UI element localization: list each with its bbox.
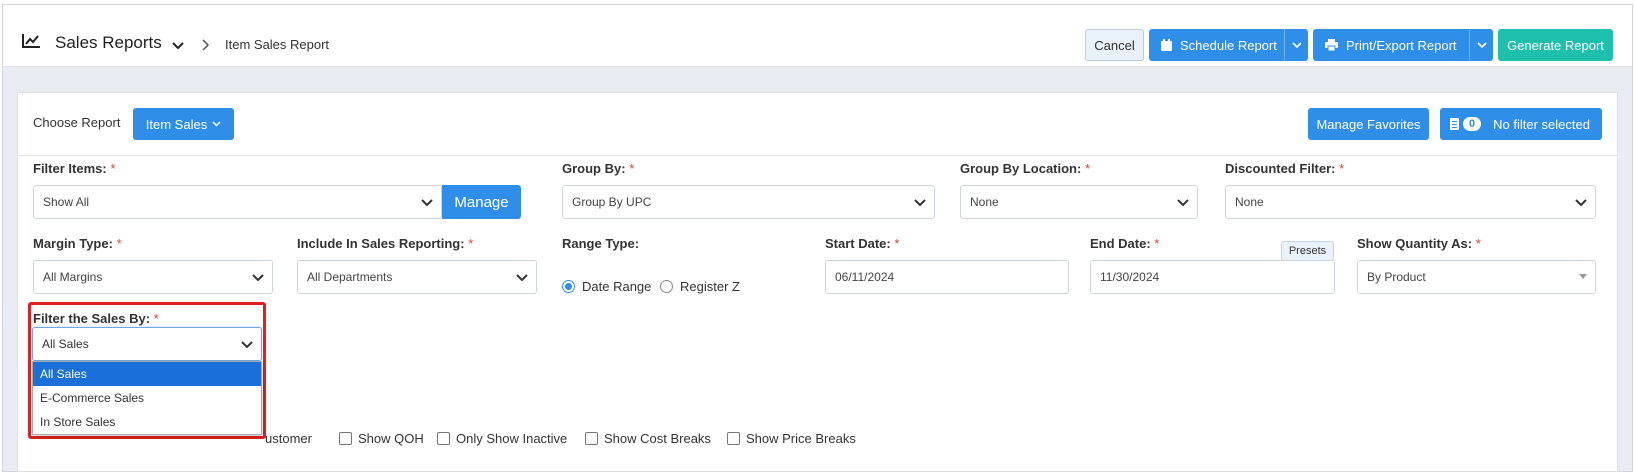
cancel-button[interactable]: Cancel: [1085, 29, 1144, 61]
show-customer-label: ustomer: [265, 431, 312, 446]
calendar-icon: [1161, 39, 1172, 51]
show-price-breaks-label: Show Price Breaks: [746, 431, 856, 446]
checkbox-icon: [585, 432, 598, 445]
chevron-down-icon: [914, 199, 926, 207]
filter-items-label: Filter Items: *: [33, 161, 116, 176]
caret-down-icon: [1579, 274, 1587, 279]
end-date-input[interactable]: 11/30/2024: [1090, 260, 1335, 294]
chevron-down-icon: [1476, 41, 1487, 48]
schedule-report-button[interactable]: Schedule Report: [1149, 29, 1308, 61]
chevron-down-icon: [516, 274, 528, 282]
end-date-label: End Date: *: [1090, 236, 1160, 251]
show-cost-breaks-label: Show Cost Breaks: [604, 431, 711, 446]
page-title: Sales Reports: [55, 33, 162, 52]
chevron-down-icon: [252, 274, 264, 282]
group-by-select[interactable]: Group By UPC: [562, 185, 935, 219]
filter-count-badge: 0: [1463, 117, 1482, 131]
manage-button[interactable]: Manage: [442, 185, 521, 219]
register-z-label: Register Z: [680, 279, 740, 294]
group-by-value: Group By UPC: [572, 195, 652, 209]
group-by-location-select[interactable]: None: [960, 185, 1198, 219]
schedule-report-label: Schedule Report: [1180, 37, 1277, 53]
filter-sales-by-value: All Sales: [42, 337, 89, 351]
breadcrumb: Item Sales Report: [225, 37, 330, 52]
discounted-filter-select[interactable]: None: [1225, 185, 1596, 219]
filter-status-label: No filter selected: [1493, 116, 1590, 132]
group-by-location-value: None: [970, 195, 999, 209]
range-type-label: Range Type:: [562, 236, 640, 251]
print-dropdown-toggle[interactable]: [1469, 29, 1493, 61]
include-in-sales-select[interactable]: All Departments: [297, 260, 537, 294]
checkbox-icon: [437, 432, 450, 445]
chevron-down-icon: [1177, 199, 1189, 207]
show-cost-breaks-checkbox[interactable]: Show Cost Breaks: [585, 431, 711, 446]
filter-sales-by-menu: All Sales E-Commerce Sales In Store Sale…: [32, 361, 262, 435]
show-quantity-value: By Product: [1367, 270, 1426, 284]
only-show-inactive-checkbox[interactable]: Only Show Inactive: [437, 431, 567, 446]
chevron-right-icon: [202, 39, 210, 51]
filter-sales-by-select[interactable]: All Sales: [32, 327, 262, 361]
schedule-dropdown-toggle[interactable]: [1284, 29, 1308, 61]
filter-items-select[interactable]: Show All: [33, 185, 442, 219]
end-date-value: 11/30/2024: [1100, 270, 1160, 284]
start-date-value: 06/11/2024: [835, 270, 895, 284]
report-select-label: Item Sales: [145, 116, 208, 132]
start-date-input[interactable]: 06/11/2024: [825, 260, 1069, 294]
filter-items-value: Show All: [43, 195, 90, 209]
chevron-down-icon: [241, 341, 253, 349]
show-qoh-checkbox[interactable]: Show QOH: [339, 431, 424, 446]
choose-report-label: Choose Report: [33, 115, 121, 130]
checkbox-icon: [727, 432, 740, 445]
show-qoh-label: Show QOH: [358, 431, 424, 446]
printer-icon: [1325, 39, 1338, 51]
chevron-down-icon: [421, 199, 433, 207]
group-by-location-label: Group By Location: *: [960, 161, 1091, 176]
presets-button[interactable]: Presets: [1281, 241, 1334, 261]
report-card-header: Choose Report Item Sales Manage Favorite…: [18, 93, 1617, 156]
show-customer-checkbox[interactable]: ustomer: [265, 431, 312, 446]
only-show-inactive-label: Only Show Inactive: [456, 431, 568, 446]
line-chart-icon: [22, 34, 40, 48]
top-bar: Sales Reports Item Sales Report Cancel S…: [3, 5, 1632, 67]
report-select-button[interactable]: Item Sales: [133, 108, 234, 140]
include-in-sales-label: Include In Sales Reporting: *: [297, 236, 474, 251]
manage-favorites-button[interactable]: Manage Favorites: [1308, 108, 1429, 140]
print-export-button[interactable]: Print/Export Report: [1313, 29, 1493, 61]
checkbox-icon: [339, 432, 352, 445]
show-price-breaks-checkbox[interactable]: Show Price Breaks: [727, 431, 856, 446]
show-quantity-select[interactable]: By Product: [1357, 260, 1596, 294]
chevron-down-icon[interactable]: [171, 41, 185, 51]
date-range-label: Date Range: [582, 279, 652, 294]
margin-type-select[interactable]: All Margins: [33, 260, 273, 294]
range-type-date-range-radio[interactable]: Date Range: [562, 279, 651, 294]
generate-report-button[interactable]: Generate Report: [1498, 29, 1613, 61]
radio-unselected-icon: [660, 280, 673, 293]
chevron-down-icon: [1575, 199, 1587, 207]
option-in-store-sales[interactable]: In Store Sales: [33, 410, 261, 434]
discounted-filter-value: None: [1235, 195, 1264, 209]
filter-status-button[interactable]: 0 No filter selected: [1440, 108, 1602, 140]
chevron-down-icon: [212, 121, 221, 127]
margin-type-label: Margin Type: *: [33, 236, 122, 251]
chevron-down-icon: [1291, 41, 1302, 48]
radio-selected-icon: [562, 280, 575, 293]
list-icon: [1450, 118, 1459, 130]
option-ecommerce-sales[interactable]: E-Commerce Sales: [33, 386, 261, 410]
range-type-register-z-radio[interactable]: Register Z: [660, 279, 740, 294]
discounted-filter-label: Discounted Filter: *: [1225, 161, 1345, 176]
show-quantity-label: Show Quantity As: *: [1357, 236, 1481, 251]
include-in-sales-value: All Departments: [307, 270, 393, 284]
print-export-label: Print/Export Report: [1346, 37, 1457, 53]
margin-type-value: All Margins: [43, 270, 103, 284]
option-all-sales[interactable]: All Sales: [33, 362, 261, 386]
start-date-label: Start Date: *: [825, 236, 900, 251]
group-by-label: Group By: *: [562, 161, 635, 176]
